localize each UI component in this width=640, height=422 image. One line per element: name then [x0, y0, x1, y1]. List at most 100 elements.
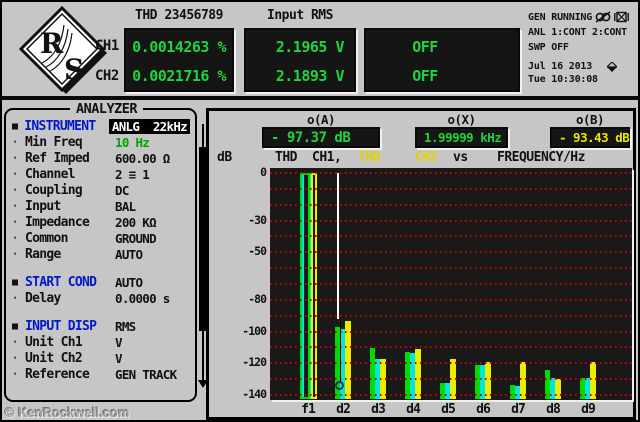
- setting-label: Range: [25, 246, 61, 262]
- aux-ch1-value: OFF: [412, 38, 438, 56]
- settings-row-range[interactable]: · Range AUTO: [6, 246, 195, 262]
- settings-spacer: [6, 306, 195, 318]
- channel-1-label: CH1: [95, 38, 119, 54]
- gridline--70dB: [270, 283, 632, 285]
- gridline--110dB: [270, 346, 632, 349]
- logo-letter-s: S: [64, 53, 84, 86]
- cursor-a-label: o(A): [306, 112, 336, 127]
- setting-label: Ref Imped: [25, 150, 90, 166]
- setting-value[interactable]: 600.00 Ω: [115, 151, 190, 166]
- analyzer-panel-title: ANALYZER: [70, 101, 144, 117]
- y-tick-label-0: 0: [260, 165, 267, 179]
- settings-row-input-disp[interactable]: ■ INPUT DISP RMS: [6, 318, 195, 334]
- setting-label: Reference: [25, 366, 90, 382]
- harmonic-bar-d8: [555, 379, 561, 399]
- item-bullet-icon: ·: [12, 248, 18, 260]
- y-axis-unit-label: dB: [217, 150, 232, 165]
- setting-value[interactable]: GEN TRACK: [115, 367, 190, 382]
- setting-value[interactable]: V: [115, 351, 190, 366]
- thd-ch1-value: 0.0014263 %: [132, 38, 226, 56]
- setting-label: Common: [25, 230, 68, 246]
- x-tick-label-d5: d5: [441, 402, 456, 417]
- input-rms-header: Input RMS: [267, 8, 333, 23]
- setting-value[interactable]: BAL: [115, 199, 190, 214]
- settings-spacer: [6, 262, 195, 274]
- settings-row-channel[interactable]: · Channel 2 ≡ 1: [6, 166, 195, 182]
- settings-row-reference[interactable]: · Reference GEN TRACK: [6, 366, 195, 382]
- settings-row-min-freq[interactable]: · Min Freq 10 Hz: [6, 134, 195, 150]
- item-bullet-icon: ·: [12, 152, 18, 164]
- setting-label: Channel: [25, 166, 76, 182]
- setting-label: Input: [25, 198, 61, 214]
- settings-row-unit-ch2[interactable]: · Unit Ch2 V: [6, 350, 195, 366]
- y-tick-label--30: -30: [248, 212, 267, 227]
- swp-status: SWP OFF: [528, 42, 569, 53]
- setting-label: Unit Ch1: [25, 334, 83, 350]
- x-tick-label-d3: d3: [371, 402, 386, 417]
- setting-value[interactable]: AUTO: [115, 247, 190, 262]
- gridline--90dB: [270, 314, 632, 317]
- settings-row-ref-imped[interactable]: · Ref Imped 600.00 Ω: [6, 150, 195, 166]
- setting-value[interactable]: GROUND: [115, 231, 190, 246]
- thd-header: THD 23456789: [135, 8, 223, 23]
- gridline-0dB: [270, 172, 632, 174]
- setting-label: INPUT DISP: [25, 318, 97, 334]
- settings-row-instrument[interactable]: ■ INSTRUMENT ANLG 22kHz: [6, 118, 195, 134]
- setting-value[interactable]: DC: [115, 183, 190, 198]
- setting-value[interactable]: 10 Hz: [115, 135, 190, 150]
- circles-crossed-icon: [595, 11, 611, 23]
- upl-instrument-screen: R S CH1 CH2 THD 23456789 0.0014263 % 0.0…: [0, 0, 640, 422]
- aux-ch2-value: OFF: [412, 67, 438, 85]
- settings-row-unit-ch1[interactable]: · Unit Ch1 V: [6, 334, 195, 350]
- y-tick-label--140: -140: [242, 387, 267, 401]
- x-tick-label-f1: f1: [301, 402, 316, 417]
- square-crossed-icon: [614, 11, 629, 23]
- setting-value[interactable]: 0.0000 s: [115, 291, 190, 306]
- cursor-b-label: o(B): [575, 112, 605, 127]
- item-bullet-icon: ·: [12, 136, 18, 148]
- item-bullet-icon: ·: [12, 200, 18, 212]
- item-bullet-icon: ·: [12, 216, 18, 228]
- setting-value[interactable]: V: [115, 335, 190, 350]
- channel-2-label: CH2: [95, 68, 119, 84]
- y-tick-label--100: -100: [242, 323, 267, 338]
- thd-ch2-value: 0.0021716 %: [132, 67, 226, 85]
- gridline--80dB: [270, 298, 632, 301]
- item-bullet-icon: ·: [12, 336, 18, 348]
- setting-label: Unit Ch2: [25, 350, 83, 366]
- settings-row-common[interactable]: · Common GROUND: [6, 230, 195, 246]
- section-bullet-icon: ■: [12, 120, 18, 132]
- settings-row-start-cond[interactable]: ■ START COND AUTO: [6, 274, 195, 290]
- top-display-bar: R S CH1 CH2 THD 23456789 0.0014263 % 0.0…: [2, 2, 638, 100]
- settings-row-input[interactable]: · Input BAL: [6, 198, 195, 214]
- cursor-b-readout: - 93.43 dB: [550, 127, 630, 148]
- x-axis-title: FREQUENCY/Hz: [497, 150, 585, 165]
- x-tick-label-d7: d7: [511, 402, 526, 417]
- date-text: Jul 16 2013: [528, 61, 593, 72]
- setting-value[interactable]: AUTO: [115, 275, 190, 290]
- cursor-line: [337, 173, 339, 319]
- setting-label: Coupling: [25, 182, 83, 198]
- gridline--50dB: [270, 251, 632, 254]
- setting-label: INSTRUMENT: [24, 118, 96, 134]
- cursor-drop-line: [339, 322, 341, 382]
- setting-value[interactable]: RMS: [115, 319, 190, 334]
- gridline--100dB: [270, 330, 632, 333]
- gridline--30dB: [270, 219, 632, 222]
- aux-display: OFF OFF: [364, 28, 520, 92]
- gridline--120dB: [270, 362, 632, 365]
- setting-value[interactable]: 2 ≡ 1: [115, 167, 190, 182]
- section-bullet-icon: ■: [12, 320, 18, 332]
- gridline--60dB: [270, 267, 632, 270]
- gridline--140dB: [270, 394, 632, 396]
- diamond-indicator-icon[interactable]: [607, 61, 618, 72]
- settings-row-delay[interactable]: · Delay 0.0000 s: [6, 290, 195, 306]
- fundamental-bar-(green): [300, 173, 310, 399]
- setting-value[interactable]: ANLG 22kHz: [108, 118, 190, 134]
- x-tick-label-d9: d9: [581, 402, 596, 417]
- chart-panel: o(A) o(X) o(B) - 97.37 dB 1.99999 kHz - …: [206, 108, 636, 420]
- settings-row-impedance[interactable]: · Impedance 200 KΩ: [6, 214, 195, 230]
- settings-row-coupling[interactable]: · Coupling DC: [6, 182, 195, 198]
- analyzer-panel: ANALYZER ■ INSTRUMENT ANLG 22kHz · Min Freq 1…: [4, 101, 197, 402]
- setting-value[interactable]: 200 KΩ: [115, 215, 190, 230]
